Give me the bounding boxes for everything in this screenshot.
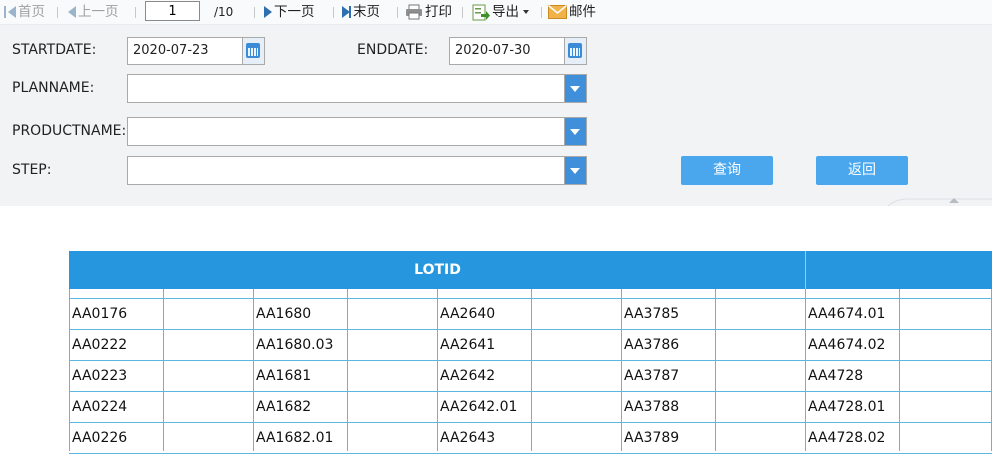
- toolbar-divider: [135, 7, 136, 18]
- toolbar-divider: [254, 7, 255, 18]
- header-divider: [805, 251, 806, 289]
- table-cell: AA0222: [72, 337, 128, 353]
- first-page-button[interactable]: 首页: [4, 2, 45, 22]
- table-cell: AA3785: [624, 306, 680, 322]
- export-button[interactable]: 导出: [472, 2, 531, 22]
- next-page-icon: [264, 6, 272, 18]
- table-cell: AA2643: [440, 430, 496, 446]
- table-cell: AA3786: [624, 337, 680, 353]
- print-button[interactable]: 打印: [405, 2, 452, 22]
- table-cell: AA3789: [624, 430, 680, 446]
- last-page-bar-icon: [349, 6, 351, 18]
- collapse-panel-handle[interactable]: [888, 196, 992, 208]
- grid-column-line: [899, 289, 900, 451]
- next-page-button[interactable]: 下一页: [264, 2, 315, 22]
- table-cell: AA0226: [72, 430, 128, 446]
- table-cell: AA2641: [440, 337, 496, 353]
- step-select[interactable]: [127, 156, 587, 185]
- lotid-header: LOTID: [414, 262, 461, 278]
- toolbar-divider: [333, 7, 334, 18]
- table-cell: AA3788: [624, 399, 680, 415]
- startdate-label: STARTDATE:: [12, 42, 97, 58]
- enddate-value: 2020-07-30: [455, 43, 531, 58]
- report-toolbar: 首页 上一页 /10 下一页 末页 打印 导出 邮件: [0, 0, 992, 25]
- mail-icon: [548, 5, 567, 19]
- table-cell: AA2642: [440, 368, 496, 384]
- calendar-icon: [568, 43, 582, 58]
- productname-dropdown-button[interactable]: [564, 118, 586, 145]
- step-label: STEP:: [12, 162, 52, 178]
- grid-column-line: [347, 289, 348, 451]
- prev-page-label: 上一页: [78, 4, 119, 20]
- prev-page-icon: [68, 6, 76, 18]
- startdate-picker-button[interactable]: [242, 38, 264, 64]
- table-cell: AA1680.03: [256, 337, 334, 353]
- table-cell: AA4674.02: [808, 337, 886, 353]
- table-cell: AA0223: [72, 368, 128, 384]
- table-cell: AA1681: [256, 368, 312, 384]
- prev-page-button[interactable]: 上一页: [68, 2, 119, 22]
- calendar-icon: [246, 43, 260, 58]
- chevron-down-icon: [523, 10, 529, 14]
- mail-button[interactable]: 邮件: [548, 2, 596, 22]
- mail-label: 邮件: [569, 4, 596, 20]
- next-page-label: 下一页: [274, 4, 315, 20]
- startdate-field[interactable]: 2020-07-23: [127, 37, 265, 65]
- step-dropdown-button[interactable]: [564, 157, 586, 184]
- table-cell: AA3787: [624, 368, 680, 384]
- toolbar-divider: [397, 7, 398, 18]
- table-cell: AA4674.01: [808, 306, 886, 322]
- grid-column-line: [715, 289, 716, 451]
- printer-icon: [406, 4, 422, 20]
- page-number-input[interactable]: [145, 1, 200, 21]
- toolbar-divider: [57, 7, 58, 18]
- export-icon: [472, 4, 490, 20]
- enddate-field[interactable]: 2020-07-30: [449, 37, 587, 65]
- chevron-down-icon: [565, 157, 586, 184]
- back-button[interactable]: 返回: [816, 156, 908, 185]
- table-cell: AA1682: [256, 399, 312, 415]
- first-page-arrow-icon: [8, 6, 16, 18]
- last-page-button[interactable]: 末页: [342, 2, 380, 22]
- table-cell: AA1680: [256, 306, 312, 322]
- table-cell: AA0176: [72, 306, 128, 322]
- enddate-picker-button[interactable]: [564, 38, 586, 64]
- table-cell: AA4728: [808, 368, 864, 384]
- table-cell: AA2642.01: [440, 399, 518, 415]
- startdate-value: 2020-07-23: [133, 43, 209, 58]
- planname-label: PLANNAME:: [12, 80, 95, 96]
- planname-dropdown-button[interactable]: [564, 75, 586, 102]
- table-cell: AA2640: [440, 306, 496, 322]
- page-total: /10: [214, 5, 234, 19]
- export-label: 导出: [492, 4, 519, 20]
- query-button[interactable]: 查询: [681, 156, 773, 185]
- enddate-label: ENDDATE:: [357, 42, 429, 58]
- first-page-label: 首页: [18, 4, 45, 20]
- query-form: STARTDATE: 2020-07-23 ENDDATE: 2020-07-3…: [0, 25, 992, 206]
- grid-column-line: [163, 289, 164, 451]
- toolbar-divider: [462, 7, 463, 18]
- grid-column-line: [531, 289, 532, 451]
- chevron-down-icon: [565, 75, 586, 102]
- table-cell: AA4728.02: [808, 430, 886, 446]
- toolbar-divider: [541, 7, 542, 18]
- last-page-label: 末页: [353, 4, 380, 20]
- table-cell: AA0224: [72, 399, 128, 415]
- print-label: 打印: [425, 4, 452, 20]
- productname-label: PRODUCTNAME:: [12, 123, 127, 139]
- table-cell: AA1682.01: [256, 430, 334, 446]
- table-header: LOTID: [69, 251, 992, 289]
- planname-select[interactable]: [127, 74, 587, 103]
- table-cell: AA4728.01: [808, 399, 886, 415]
- productname-select[interactable]: [127, 117, 587, 146]
- chevron-down-icon: [565, 118, 586, 145]
- first-page-icon: [4, 6, 6, 18]
